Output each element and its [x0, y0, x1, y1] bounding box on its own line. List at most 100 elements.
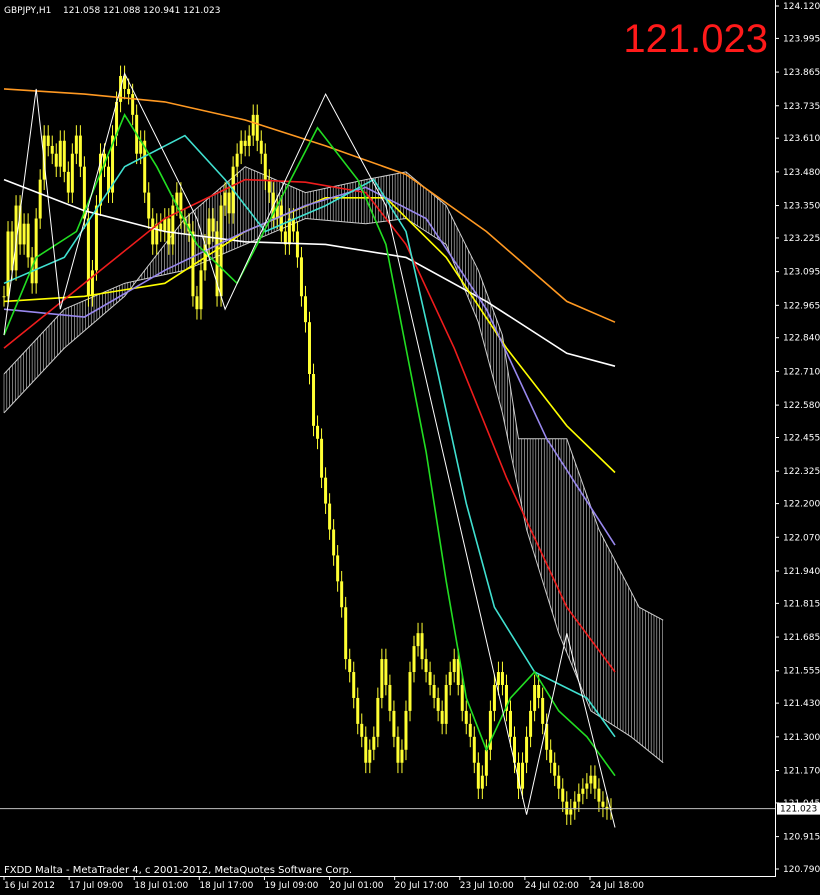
candle-body — [525, 736, 529, 763]
y-tick-label: 123.095 — [783, 268, 820, 278]
candle-body — [2, 296, 6, 298]
candle-body — [127, 88, 131, 95]
candle-body — [86, 218, 90, 297]
candle-body — [46, 135, 50, 146]
candle-body — [565, 801, 569, 815]
candle-body — [320, 438, 324, 478]
price-chart[interactable]: 124.120 123.995 123.865 123.735 123.610 123.4… — [0, 0, 820, 895]
candle-body — [408, 672, 412, 711]
chart-ohlc: 121.058 121.088 120.941 121.023 — [63, 6, 220, 16]
candle-body — [569, 809, 573, 815]
candle-body — [34, 218, 38, 284]
candle-body — [58, 140, 62, 167]
y-tick-label: 122.455 — [783, 434, 820, 444]
candle-body — [392, 710, 396, 737]
y-tick-label: 122.325 — [783, 467, 820, 477]
candle-body — [239, 140, 243, 154]
candle-body — [404, 710, 408, 750]
candle-body — [163, 218, 167, 232]
candle-body — [537, 684, 541, 698]
y-tick-label: 123.610 — [783, 134, 820, 144]
x-tick-label: 24 Jul 02:00 — [525, 881, 579, 891]
x-tick-label: 19 Jul 09:00 — [264, 881, 318, 891]
y-tick-label: 122.965 — [783, 301, 820, 311]
candle-body — [472, 736, 476, 763]
candle-body — [468, 723, 472, 737]
candle-body — [279, 205, 283, 232]
x-tick-label: 18 Jul 17:00 — [199, 881, 253, 891]
candle-body — [384, 659, 388, 685]
candle-body — [452, 659, 456, 673]
candle-body — [328, 503, 332, 530]
candle-body — [372, 736, 376, 750]
candle-body — [340, 581, 344, 608]
x-tick-label: 18 Jul 01:00 — [134, 881, 188, 891]
candle-body — [131, 94, 135, 115]
x-tick-label: 20 Jul 01:00 — [330, 881, 384, 891]
current-price-tag: 121.023 — [780, 805, 817, 815]
x-tick-label: 20 Jul 17:00 — [395, 881, 449, 891]
y-tick-label: 123.865 — [783, 68, 820, 78]
candle-body — [420, 633, 424, 660]
candle-body — [440, 710, 444, 724]
candle-body — [151, 218, 155, 245]
candle-body — [26, 223, 30, 258]
y-tick-label: 122.580 — [783, 401, 820, 411]
candle-body — [368, 749, 372, 763]
candle-body — [541, 697, 545, 724]
candle-body — [533, 684, 537, 711]
copyright-text: FXDD Malta - MetaTrader 4, c 2001-2012, … — [4, 865, 352, 876]
candle-body — [312, 374, 316, 426]
candle-body — [412, 646, 416, 673]
y-tick-label: 123.350 — [783, 202, 820, 212]
candle-body — [492, 684, 496, 711]
candle-body — [243, 140, 247, 146]
candle-body — [94, 205, 98, 271]
candle-body — [303, 296, 307, 323]
candle-body — [432, 684, 436, 698]
candle-body — [308, 322, 311, 375]
x-tick-label: 16 Jul 2012 — [4, 881, 55, 891]
candle-body — [90, 270, 94, 297]
y-tick-label: 121.430 — [783, 699, 820, 709]
candle-body — [416, 633, 420, 647]
candle-body — [235, 153, 239, 167]
candle-body — [597, 788, 601, 802]
chart-background — [0, 0, 820, 895]
candle-body — [6, 231, 10, 297]
y-tick-label: 121.555 — [783, 667, 820, 677]
candle-body — [247, 135, 251, 146]
candle-body — [22, 223, 26, 245]
candle-body — [332, 529, 336, 556]
candle-body — [251, 114, 255, 136]
y-tick-label: 121.685 — [783, 633, 820, 643]
candle-body — [601, 801, 605, 807]
candle-body — [267, 179, 271, 193]
candle-body — [460, 684, 464, 711]
candle-body — [508, 710, 512, 737]
candle-body — [54, 153, 58, 167]
candle-body — [356, 697, 360, 724]
candle-body — [299, 257, 303, 297]
y-tick-label: 123.995 — [783, 34, 820, 44]
candle-body — [207, 218, 211, 245]
candle-body — [171, 205, 175, 245]
candle-body — [344, 607, 348, 660]
candle-body — [480, 775, 484, 789]
candle-body — [496, 672, 500, 685]
y-tick-label: 120.790 — [783, 865, 820, 875]
candle-body — [66, 171, 70, 193]
candle-body — [50, 145, 54, 154]
y-tick-label: 121.940 — [783, 567, 820, 577]
candle-body — [521, 762, 525, 789]
candle-body — [380, 659, 384, 698]
x-tick-label: 17 Jul 09:00 — [69, 881, 123, 891]
candle-body — [400, 749, 404, 763]
candle-body — [360, 723, 364, 737]
y-tick-label: 124.120 — [783, 2, 820, 12]
x-tick-label: 24 Jul 18:00 — [590, 881, 644, 891]
candle-body — [589, 775, 593, 784]
candle-body — [263, 153, 267, 180]
candle-body — [336, 555, 340, 582]
candle-body — [227, 192, 231, 214]
